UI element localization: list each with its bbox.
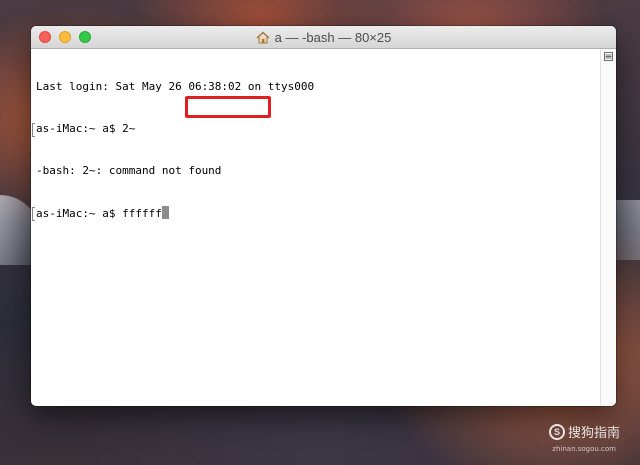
terminal-input-text: as-iMac:~ a$ ffffff xyxy=(36,207,162,220)
terminal-line: as-iMac:~ a$ 2~ xyxy=(32,122,613,137)
close-button[interactable] xyxy=(39,31,51,43)
split-pane-icon[interactable] xyxy=(604,52,613,61)
text-cursor xyxy=(161,206,169,219)
terminal-line-text: as-iMac:~ a$ 2~ xyxy=(36,122,136,135)
terminal-output[interactable]: Last login: Sat May 26 06:38:02 on ttys0… xyxy=(31,49,613,406)
watermark-url: zhinan.sogou.com xyxy=(552,445,616,453)
sogou-logo-icon: S xyxy=(548,423,565,440)
terminal-prompt-line[interactable]: as-iMac:~ a$ ffffff xyxy=(32,206,613,221)
highlight-box xyxy=(185,96,271,118)
title-bar[interactable]: a — -bash — 80×25 xyxy=(31,26,616,49)
watermark-text: 搜狗指南 xyxy=(567,425,620,440)
scrollbar[interactable] xyxy=(600,49,616,406)
terminal-line: -bash: 2~: command not found xyxy=(36,164,222,177)
terminal-line: Last login: Sat May 26 06:38:02 on ttys0… xyxy=(36,80,315,93)
home-icon xyxy=(256,31,270,44)
terminal-window[interactable]: a — -bash — 80×25 Last login: Sat May 26… xyxy=(31,26,616,406)
watermark: S 搜狗指南 xyxy=(548,422,620,441)
window-controls xyxy=(39,31,91,43)
zoom-button[interactable] xyxy=(79,31,91,43)
window-title-text: a — -bash — 80×25 xyxy=(274,29,392,45)
window-title: a — -bash — 80×25 xyxy=(256,29,392,45)
minimize-button[interactable] xyxy=(59,31,71,43)
